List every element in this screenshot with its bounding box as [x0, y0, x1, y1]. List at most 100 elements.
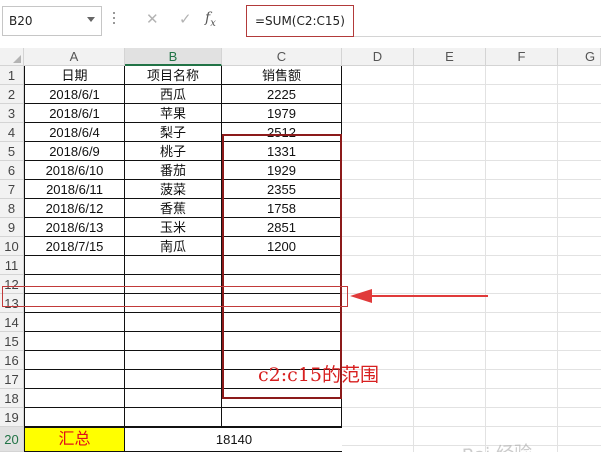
formula-text: =SUM(C2:C15) [255, 14, 345, 28]
row-header-7[interactable]: 7 [0, 180, 24, 199]
cell-b17[interactable] [125, 370, 222, 389]
cell-c5[interactable]: 1331 [222, 142, 342, 161]
cell-b9[interactable]: 玉米 [125, 218, 222, 237]
cell-c4[interactable]: 2512 [222, 123, 342, 142]
row-header-6[interactable]: 6 [0, 161, 24, 180]
cell-c3[interactable]: 1979 [222, 104, 342, 123]
total-label-cell[interactable]: 汇总 [24, 427, 125, 452]
cell-a9[interactable]: 2018/6/13 [24, 218, 125, 237]
cell-a7[interactable]: 2018/6/11 [24, 180, 125, 199]
cell-a2[interactable]: 2018/6/1 [24, 85, 125, 104]
row-header-12[interactable]: 12 [0, 275, 24, 294]
row-header-18[interactable]: 18 [0, 389, 24, 408]
cell-b11[interactable] [125, 256, 222, 275]
row-header-15[interactable]: 15 [0, 332, 24, 351]
cell-a8[interactable]: 2018/6/12 [24, 199, 125, 218]
cell-b12[interactable] [125, 275, 222, 294]
cell-b13[interactable] [125, 294, 222, 313]
cell-c7[interactable]: 2355 [222, 180, 342, 199]
cell-b18[interactable] [125, 389, 222, 408]
cell-c19[interactable] [222, 408, 342, 427]
formula-bar: B20 ✕ ✓ fx =SUM(C2:C15) [0, 0, 601, 46]
cell-c2[interactable]: 2225 [222, 85, 342, 104]
cell-a15[interactable] [24, 332, 125, 351]
name-box[interactable]: B20 [2, 6, 102, 36]
cell-c1[interactable]: 销售额 [222, 66, 342, 85]
cell-a19[interactable] [24, 408, 125, 427]
cell-a17[interactable] [24, 370, 125, 389]
formula-input[interactable]: =SUM(C2:C15) [246, 5, 354, 37]
cell-a13[interactable] [24, 294, 125, 313]
cell-c15[interactable] [222, 332, 342, 351]
cell-a5[interactable]: 2018/6/9 [24, 142, 125, 161]
close-icon[interactable]: ✕ [146, 10, 159, 28]
column-header-b[interactable]: B [125, 48, 222, 66]
column-header-g[interactable]: G [558, 48, 601, 66]
column-header-d[interactable]: D [342, 48, 414, 66]
row-header-14[interactable]: 14 [0, 313, 24, 332]
select-all-corner[interactable] [0, 48, 24, 66]
cell-b14[interactable] [125, 313, 222, 332]
row-header-13[interactable]: 13 [0, 294, 24, 313]
cell-b1[interactable]: 项目名称 [125, 66, 222, 85]
cell-a3[interactable]: 2018/6/1 [24, 104, 125, 123]
cell-b8[interactable]: 香蕉 [125, 199, 222, 218]
column-header-a[interactable]: A [24, 48, 125, 66]
cell-b2[interactable]: 西瓜 [125, 85, 222, 104]
row-header-9[interactable]: 9 [0, 218, 24, 237]
row-header-1[interactable]: 1 [0, 66, 24, 85]
cell-c13[interactable] [222, 294, 342, 313]
cell-c18[interactable] [222, 389, 342, 408]
drag-handle-icon[interactable] [113, 12, 115, 26]
column-f-cells[interactable] [486, 66, 558, 452]
column-e-cells[interactable] [414, 66, 486, 452]
row-header-2[interactable]: 2 [0, 85, 24, 104]
cell-b10[interactable]: 南瓜 [125, 237, 222, 256]
cell-c11[interactable] [222, 256, 342, 275]
cell-b15[interactable] [125, 332, 222, 351]
cell-a18[interactable] [24, 389, 125, 408]
row-header-11[interactable]: 11 [0, 256, 24, 275]
cell-b16[interactable] [125, 351, 222, 370]
column-header-e[interactable]: E [414, 48, 486, 66]
row-header-5[interactable]: 5 [0, 142, 24, 161]
cell-a1[interactable]: 日期 [24, 66, 125, 85]
total-value-cell[interactable]: 18140 [125, 427, 344, 452]
column-header-f[interactable]: F [486, 48, 558, 66]
cell-c10[interactable]: 1200 [222, 237, 342, 256]
cell-b6[interactable]: 番茄 [125, 161, 222, 180]
formula-bar-underline [354, 36, 601, 37]
chevron-down-icon[interactable] [87, 17, 95, 22]
cell-b4[interactable]: 梨子 [125, 123, 222, 142]
cell-b3[interactable]: 苹果 [125, 104, 222, 123]
column-d-cells[interactable] [342, 66, 414, 452]
cell-a4[interactable]: 2018/6/4 [24, 123, 125, 142]
row-header-3[interactable]: 3 [0, 104, 24, 123]
row-header-20[interactable]: 20 [0, 427, 24, 452]
cell-c9[interactable]: 2851 [222, 218, 342, 237]
cell-b5[interactable]: 桃子 [125, 142, 222, 161]
cell-a16[interactable] [24, 351, 125, 370]
cell-c8[interactable]: 1758 [222, 199, 342, 218]
cell-c6[interactable]: 1929 [222, 161, 342, 180]
row-header-16[interactable]: 16 [0, 351, 24, 370]
insert-function-icon[interactable]: fx [205, 10, 216, 29]
cell-c12[interactable] [222, 275, 342, 294]
cell-b7[interactable]: 菠菜 [125, 180, 222, 199]
row-header-17[interactable]: 17 [0, 370, 24, 389]
excel-window: B20 ✕ ✓ fx =SUM(C2:C15) A B C D E F G 1 … [0, 0, 601, 452]
cell-a11[interactable] [24, 256, 125, 275]
column-g-cells[interactable] [558, 66, 601, 452]
row-header-4[interactable]: 4 [0, 123, 24, 142]
cell-a14[interactable] [24, 313, 125, 332]
row-header-19[interactable]: 19 [0, 408, 24, 427]
row-header-8[interactable]: 8 [0, 199, 24, 218]
cell-a6[interactable]: 2018/6/10 [24, 161, 125, 180]
cell-c14[interactable] [222, 313, 342, 332]
row-header-10[interactable]: 10 [0, 237, 24, 256]
cell-b19[interactable] [125, 408, 222, 427]
cell-a10[interactable]: 2018/7/15 [24, 237, 125, 256]
column-header-c[interactable]: C [222, 48, 342, 66]
check-icon[interactable]: ✓ [179, 10, 192, 28]
cell-a12[interactable] [24, 275, 125, 294]
